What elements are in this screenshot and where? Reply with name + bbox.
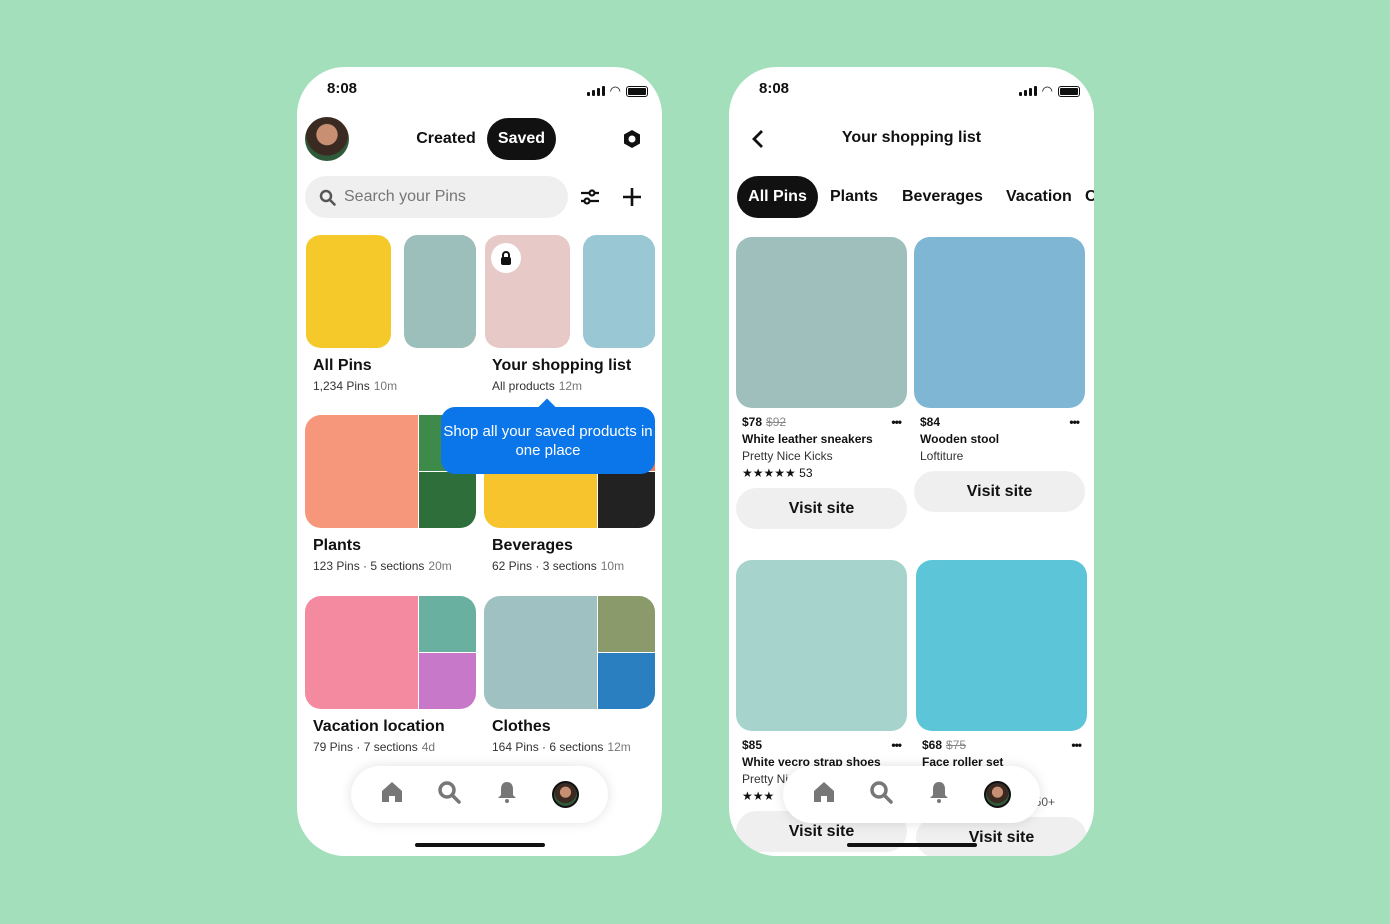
board-cover-image	[582, 235, 655, 348]
status-icons: ◠	[586, 83, 648, 99]
page-title: Your shopping list	[841, 129, 982, 146]
board-card[interactable]: Your shopping list All products 12m	[484, 235, 655, 393]
product-brand: Loftiture	[920, 449, 964, 463]
star-icon: ★★★★★	[742, 466, 796, 480]
more-options-icon[interactable]: •••	[891, 738, 902, 752]
board-cover-image	[419, 596, 476, 652]
product-card[interactable]: $84 ••• Wooden stool Loftiture Visit site	[914, 237, 1085, 512]
chip-beverages[interactable]: Beverages	[902, 176, 983, 218]
status-time: 8:08	[759, 80, 790, 97]
home-indicator	[415, 843, 545, 847]
home-icon[interactable]	[812, 780, 836, 809]
board-cover-image	[305, 415, 418, 528]
product-image[interactable]	[736, 560, 907, 731]
visit-site-button[interactable]: Visit site	[914, 471, 1085, 512]
board-cover-image	[598, 653, 655, 709]
product-title: Wooden stool	[920, 432, 1000, 446]
product-card[interactable]: $78 $92 ••• White leather sneakers Pretty N…	[736, 237, 907, 529]
battery-icon	[626, 85, 648, 97]
search-icon[interactable]	[437, 780, 461, 809]
original-price: $75	[946, 738, 967, 752]
star-icon: ★★★	[742, 789, 775, 803]
shopping-list-screen: 8:08 ◠ Your shopping list All Pins Plant…	[729, 67, 1094, 856]
board-cover-image	[419, 653, 476, 709]
board-title: Beverages	[492, 537, 573, 554]
board-cover-image	[598, 472, 655, 528]
search-icon	[319, 189, 336, 206]
board-cover-image	[419, 472, 476, 528]
filter-icon[interactable]	[580, 187, 600, 212]
board-cover-image	[403, 235, 476, 348]
board-meta: 62 Pins · 3 sections 10m	[492, 559, 625, 573]
board-title: Your shopping list	[492, 357, 632, 374]
board-meta: 164 Pins · 6 sections 12m	[492, 740, 631, 754]
wifi-icon: ◠	[1041, 83, 1053, 98]
product-image[interactable]	[914, 237, 1085, 408]
search-icon[interactable]	[869, 780, 893, 809]
product-price: $85 •••	[742, 738, 902, 752]
home-icon[interactable]	[380, 780, 404, 809]
tab-saved[interactable]: Saved	[487, 118, 556, 160]
product-brand: Pretty Nice Kicks	[742, 449, 833, 463]
product-title: White leather sneakers	[742, 432, 873, 446]
product-price: $68 $75 •••	[922, 738, 1082, 752]
bell-icon[interactable]	[927, 780, 951, 809]
product-image[interactable]	[736, 237, 907, 408]
avatar[interactable]	[305, 117, 349, 161]
more-options-icon[interactable]: •••	[891, 415, 902, 429]
tooltip: Shop all your saved products in one plac…	[441, 407, 655, 474]
board-title: Vacation location	[313, 718, 445, 735]
settings-icon[interactable]	[622, 129, 642, 149]
lock-icon	[491, 243, 521, 273]
tab-created[interactable]: Created	[405, 118, 487, 160]
wifi-icon: ◠	[609, 83, 621, 98]
signal-icon	[1018, 86, 1037, 96]
battery-icon	[1058, 85, 1080, 97]
chip-vacation[interactable]: Vacation	[1006, 176, 1072, 218]
search-placeholder: Search your Pins	[344, 188, 466, 205]
signal-icon	[586, 86, 605, 96]
chip-all-pins[interactable]: All Pins	[737, 176, 818, 218]
profile-avatar[interactable]	[552, 781, 580, 808]
board-card[interactable]: Vacation location 79 Pins · 7 sections 4d	[305, 596, 476, 754]
board-card[interactable]: Clothes 164 Pins · 6 sections 12m	[484, 596, 655, 754]
board-meta: 79 Pins · 7 sections 4d	[313, 740, 436, 754]
board-cover-image	[598, 596, 655, 652]
more-options-icon[interactable]: •••	[1069, 415, 1080, 429]
status-time: 8:08	[327, 80, 358, 97]
board-meta: All products 12m	[492, 379, 583, 393]
board-card[interactable]: All Pins 1,234 Pins 10m	[305, 235, 476, 393]
board-cover-image	[484, 596, 597, 709]
board-cover-image	[305, 596, 418, 709]
visit-site-button[interactable]: Visit site	[736, 488, 907, 529]
board-cover-image	[305, 235, 391, 348]
search-input[interactable]: Search your Pins	[305, 176, 568, 218]
board-meta: 123 Pins · 5 sections 20m	[313, 559, 452, 573]
bottom-nav	[783, 766, 1040, 823]
original-price: $92	[766, 415, 787, 429]
home-indicator	[847, 843, 977, 847]
rating: ★★★★★ 53	[742, 466, 813, 480]
bottom-nav	[351, 766, 608, 823]
more-options-icon[interactable]: •••	[1071, 738, 1082, 752]
board-title: All Pins	[313, 357, 372, 374]
bell-icon[interactable]	[495, 780, 519, 809]
board-title: Plants	[313, 537, 362, 554]
product-image[interactable]	[916, 560, 1087, 731]
boards-screen: 8:08 ◠ Created Saved Search your Pins Al…	[297, 67, 662, 856]
board-title: Clothes	[492, 718, 551, 735]
chip-more[interactable]: C	[1085, 176, 1094, 218]
product-price: $78 $92 •••	[742, 415, 902, 429]
status-icons: ◠	[1018, 83, 1080, 99]
add-icon[interactable]	[622, 187, 642, 212]
board-meta: 1,234 Pins 10m	[313, 379, 398, 393]
product-price: $84 •••	[920, 415, 1080, 429]
chip-plants[interactable]: Plants	[830, 176, 878, 218]
profile-avatar[interactable]	[984, 781, 1012, 808]
